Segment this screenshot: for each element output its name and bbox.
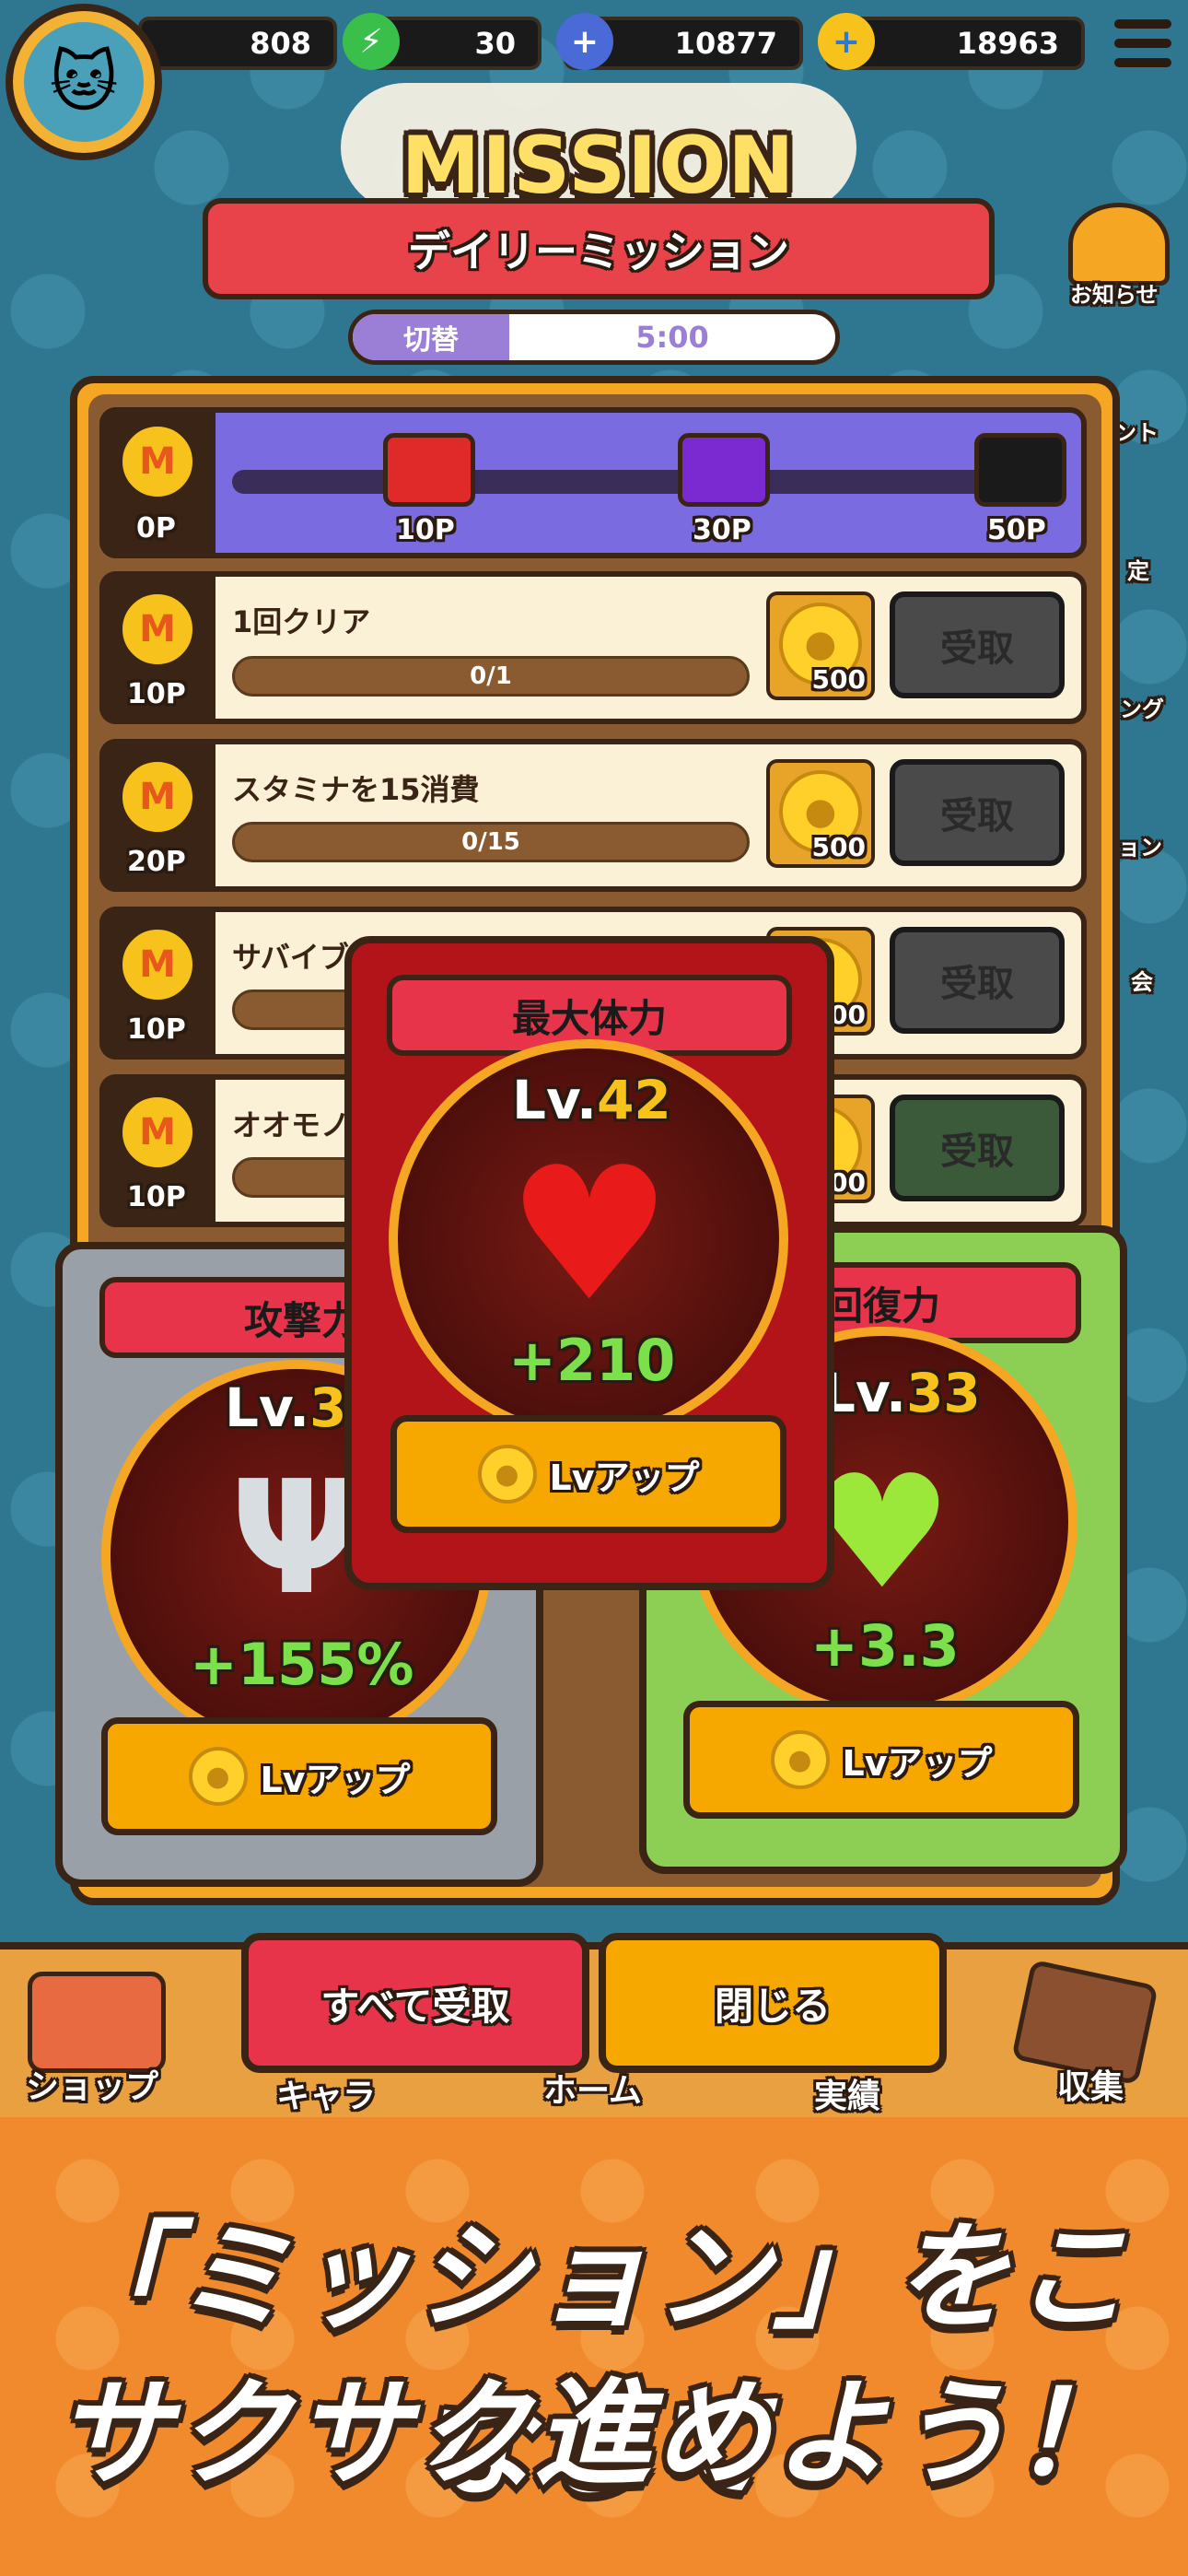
side-label-mission: ョン — [1118, 835, 1162, 861]
mission-switch-toggle[interactable]: 切替 5:00 — [348, 310, 840, 365]
side-label-ranking: ング — [1120, 697, 1164, 722]
reward-amount: 500 — [811, 832, 866, 862]
mission-points: 10P — [127, 1181, 186, 1213]
daily-mission-label: デイリーミッション — [408, 227, 789, 276]
paw-coin-icon: ● — [770, 1730, 830, 1789]
resource-value: 808 — [250, 26, 311, 61]
mission-title: 1回クリア — [232, 604, 371, 639]
bonus-value: +155% — [190, 1631, 414, 1698]
current-points: 0P — [136, 512, 176, 544]
m-coin-icon: M — [118, 590, 197, 669]
milestone-label: 50P — [987, 514, 1046, 546]
coin-value: 18963 — [956, 26, 1059, 61]
mission-title: オオモノ — [232, 1107, 351, 1142]
reward-chest-icon[interactable] — [383, 433, 475, 507]
level-up-button[interactable]: ● Lvアップ — [683, 1701, 1079, 1819]
gem-plus-icon[interactable]: + — [556, 13, 613, 70]
m-coin-icon: M — [118, 925, 197, 1004]
switch-button[interactable]: 切替 — [353, 314, 509, 360]
mission-progress-bar: 0/15 — [232, 822, 750, 862]
close-label: 閉じる — [714, 1983, 831, 2029]
nav-item-shop[interactable]: ショップ — [26, 2060, 158, 2108]
resource-counter: 808 — [138, 17, 337, 70]
side-label-settings: 定 — [1127, 558, 1149, 584]
mission-points: 20P — [127, 846, 186, 878]
reward-chest-icon[interactable] — [678, 433, 770, 507]
progress-track — [232, 470, 1061, 494]
close-button[interactable]: 閉じる — [599, 1933, 947, 2073]
milestone-label: 30P — [693, 514, 751, 546]
side-label-meeting: 会 — [1131, 969, 1153, 995]
hamburger-menu-icon[interactable] — [1114, 15, 1171, 72]
level-label: Lv.42 — [512, 1069, 671, 1131]
reset-timer: 5:00 — [635, 320, 709, 355]
paw-coin-icon: ● — [477, 1445, 537, 1504]
milestone-label: 10P — [396, 514, 455, 546]
side-label-event: ント — [1114, 420, 1159, 446]
mission-reward: ● 500 — [766, 591, 875, 700]
stamina-bolt-icon: ⚡ — [343, 13, 400, 70]
mission-title: サバイブ — [232, 940, 349, 975]
level-up-label: Lvアップ — [842, 1742, 993, 1784]
level-up-label: Lvアップ — [260, 1759, 411, 1800]
claim-button[interactable]: 受取 — [890, 927, 1065, 1034]
nav-item-achievements[interactable]: 実績 — [814, 2069, 880, 2117]
claim-button[interactable]: 受取 — [890, 1095, 1065, 1201]
nav-item-character[interactable]: キャラ — [276, 2069, 376, 2117]
m-coin-icon: M — [118, 757, 197, 837]
m-coin-icon: M — [118, 1093, 197, 1172]
m-coin-icon: M — [118, 422, 197, 501]
nav-item-collection[interactable]: 収集 — [1057, 2060, 1124, 2108]
level-up-button[interactable]: ● Lvアップ — [101, 1717, 497, 1835]
shop-icon[interactable] — [28, 1972, 166, 2073]
mission-points: 10P — [127, 1013, 186, 1046]
claim-button[interactable]: 受取 — [890, 759, 1065, 866]
bonus-value: +210 — [508, 1327, 676, 1394]
paw-coin-icon: ● — [188, 1747, 248, 1806]
cat-avatar-icon: 🐱 — [24, 22, 144, 142]
red-heart-icon: ♥ — [507, 1127, 672, 1342]
stamina-value: 30 — [474, 26, 516, 61]
mission-title: スタミナを15消費 — [232, 772, 480, 807]
coin-plus-icon[interactable]: + — [818, 13, 875, 70]
reward-chest-icon[interactable] — [974, 433, 1066, 507]
mission-reward: ● 500 — [766, 759, 875, 868]
level-up-button[interactable]: ● Lvアップ — [390, 1415, 786, 1533]
level-up-label: Lvアップ — [549, 1457, 700, 1498]
side-label-notice: お知らせ — [1070, 282, 1159, 308]
reward-amount: 500 — [811, 664, 866, 695]
claim-button[interactable]: 受取 — [890, 591, 1065, 698]
claim-all-button[interactable]: すべて受取 — [241, 1933, 589, 2073]
level-label: Lv.33 — [821, 1362, 981, 1424]
mission-progress-bar: 0/1 — [232, 656, 750, 697]
player-avatar[interactable]: 🐱 — [6, 4, 162, 160]
daily-mission-ribbon: デイリーミッション — [203, 198, 995, 299]
gem-value: 10877 — [674, 26, 777, 61]
bell-icon[interactable] — [1068, 203, 1170, 286]
claim-all-label: すべて受取 — [320, 1983, 510, 2029]
mission-points: 10P — [127, 678, 186, 710]
promo-line-2: サクサク進めよう！ — [55, 2366, 1133, 2501]
bonus-value: +3.3 — [810, 1612, 960, 1680]
